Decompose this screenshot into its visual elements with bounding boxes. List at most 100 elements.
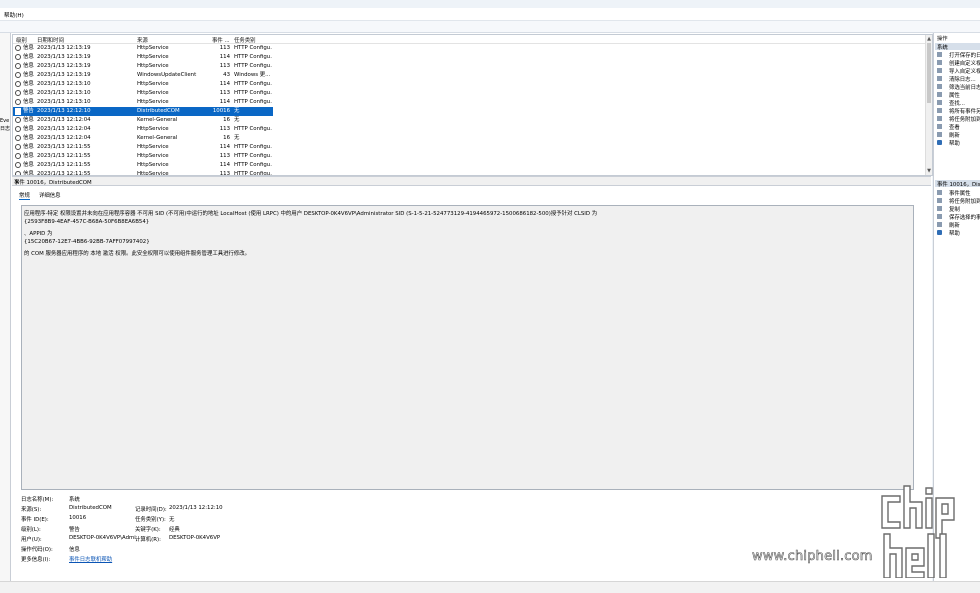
console-tree-item[interactable]: 日志: [0, 125, 10, 133]
cell-source: HttpService: [137, 144, 169, 150]
clear-log-icon: [937, 76, 942, 81]
column-task[interactable]: 任务类别: [234, 36, 256, 44]
table-row[interactable]: 信息 2023/1/13 12:12:04 Kernel-General 16 无: [13, 134, 273, 143]
cell-datetime: 2023/1/13 12:13:10: [37, 90, 91, 96]
column-datetime[interactable]: 日期和时间: [37, 36, 64, 44]
actions-section-system[interactable]: 系统: [935, 43, 980, 51]
cell-datetime: 2023/1/13 12:12:04: [37, 117, 91, 123]
cell-source: HttpService: [137, 63, 169, 69]
table-row[interactable]: 信息 2023/1/13 12:12:04 HttpService 113 HTTP C…: [13, 125, 273, 134]
cell-event-id: 113: [219, 45, 230, 51]
table-row[interactable]: 信息 2023/1/13 12:13:10 HttpService 113 HTTP C…: [13, 89, 273, 98]
table-row[interactable]: 信息 2023/1/13 12:13:10 HttpService 114 HTTP C…: [13, 80, 273, 89]
action-label: 查找...: [949, 101, 965, 107]
more-info-label: 更多信息(I):: [21, 557, 51, 563]
cell-source: DistributedCOM: [137, 108, 180, 114]
table-row[interactable]: 信息 2023/1/13 12:13:19 HttpService 113 HTTP C…: [13, 44, 273, 53]
action-item[interactable]: 查看: [935, 123, 980, 131]
cell-datetime: 2023/1/13 12:13:19: [37, 72, 91, 78]
view-icon: [937, 124, 942, 129]
more-info-link[interactable]: 事件日志联机帮助: [69, 555, 112, 563]
refresh-icon: [937, 222, 942, 227]
info-icon: [15, 126, 21, 132]
table-row[interactable]: 信息 2023/1/13 12:11:55 HttpService 113 HTTP C…: [13, 152, 273, 161]
info-icon: [15, 153, 21, 159]
computer-label: 计算机(R):: [135, 537, 161, 543]
level-value: 警告: [69, 527, 80, 533]
action-item[interactable]: 刷新: [935, 221, 980, 229]
import-icon: [937, 68, 942, 73]
table-row[interactable]: 警告 2023/1/13 12:12:10 DistributedCOM 10016 无: [13, 107, 273, 116]
cell-task: Windows 更...: [234, 72, 271, 78]
actions-section-event[interactable]: 事件 10016，DistributedCOM: [935, 180, 980, 188]
action-label: 创建自定义视图...: [949, 61, 980, 67]
close-icon[interactable]: ×: [14, 178, 927, 186]
actions-section-label: 系统: [937, 45, 948, 51]
menu-help[interactable]: 帮助(H): [4, 11, 24, 19]
scroll-up-icon[interactable]: ▲: [927, 36, 931, 42]
info-icon: [15, 45, 21, 51]
action-item[interactable]: 筛选当前日志...: [935, 83, 980, 91]
action-item[interactable]: 保存选择的事件...: [935, 213, 980, 221]
action-item[interactable]: 打开保存的日志...: [935, 51, 980, 59]
action-item[interactable]: 创建自定义视图...: [935, 59, 980, 67]
action-item[interactable]: 复制: [935, 205, 980, 213]
action-item[interactable]: 属性: [935, 91, 980, 99]
action-item[interactable]: 将任务附加到此日志...: [935, 115, 980, 123]
action-item[interactable]: 导入自定义视图...: [935, 67, 980, 75]
action-item[interactable]: 查找...: [935, 99, 980, 107]
cell-source: HttpService: [137, 162, 169, 168]
column-event-id[interactable]: 事件 ...: [212, 36, 230, 44]
source-label: 来源(S):: [21, 507, 42, 513]
description-line: 的 COM 服务器应用程序的 本地 激活 权限。此安全权限可以使用组件服务管理工…: [24, 251, 251, 257]
action-item[interactable]: 将任务附加到此事件...: [935, 197, 980, 205]
event-list-header: 级别 日期和时间 来源 事件 ... 任务类别: [13, 35, 932, 44]
event-list-scrollbar[interactable]: ▲ ▼: [925, 35, 932, 175]
info-icon: [15, 63, 21, 69]
table-row[interactable]: 信息 2023/1/13 12:13:19 HttpService 113 HTTP C…: [13, 62, 273, 71]
tab-details[interactable]: 详细信息: [39, 191, 61, 199]
action-label: 事件属性: [949, 191, 971, 197]
table-row[interactable]: 信息 2023/1/13 12:13:19 WindowsUpdateClient 4…: [13, 71, 273, 80]
event-id-label: 事件 ID(E):: [21, 517, 49, 523]
cell-source: Kernel-General: [137, 135, 178, 141]
action-item[interactable]: 事件属性: [935, 189, 980, 197]
console-tree-pane[interactable]: Eve 日志: [0, 33, 11, 581]
cell-task: 无: [234, 108, 240, 114]
action-item[interactable]: 清除日志...: [935, 75, 980, 83]
cell-task: HTTP Configu...: [234, 63, 272, 69]
cell-task: HTTP Configu...: [234, 45, 272, 51]
action-item[interactable]: 帮助: [935, 139, 980, 147]
scroll-down-icon[interactable]: ▼: [927, 168, 931, 174]
column-level[interactable]: 级别: [16, 36, 27, 44]
cell-task: 无: [234, 117, 240, 123]
table-row[interactable]: 信息 2023/1/13 12:13:19 HttpService 114 HTTP C…: [13, 53, 273, 62]
action-item[interactable]: 将所有事件另存为...: [935, 107, 980, 115]
table-row[interactable]: 信息 2023/1/13 12:11:55 HttpService 114 HTTP C…: [13, 161, 273, 170]
action-label: 帮助: [949, 141, 960, 147]
cell-event-id: 114: [219, 162, 230, 168]
cell-source: HttpService: [137, 99, 169, 105]
description-line: {2593F8B9-4EAF-457C-B68A-50F6B8EA6B54}: [24, 219, 150, 225]
cell-event-id: 113: [219, 63, 230, 69]
event-list[interactable]: 级别 日期和时间 来源 事件 ... 任务类别 信息 2023/1/13 12:1…: [12, 34, 933, 176]
find-icon: [937, 100, 942, 105]
info-icon: [15, 81, 21, 87]
table-row[interactable]: 信息 2023/1/13 12:11:55 HttpService 114 HTTP C…: [13, 143, 273, 152]
tab-general[interactable]: 常规: [19, 191, 30, 200]
action-item[interactable]: 帮助: [935, 229, 980, 237]
cell-event-id: 114: [219, 54, 230, 60]
cell-event-id: 16: [223, 135, 230, 141]
table-row[interactable]: 信息 2023/1/13 12:12:04 Kernel-General 16 无: [13, 116, 273, 125]
action-label: 将任务附加到此事件...: [949, 199, 980, 205]
console-tree-item[interactable]: Eve: [0, 117, 10, 125]
column-source[interactable]: 来源: [137, 36, 148, 44]
warning-icon: [15, 108, 21, 115]
action-item[interactable]: 刷新: [935, 131, 980, 139]
info-icon: [15, 117, 21, 123]
action-label: 刷新: [949, 223, 960, 229]
table-row[interactable]: 信息 2023/1/13 12:13:10 HttpService 114 HTTP C…: [13, 98, 273, 107]
open-log-icon: [937, 52, 942, 57]
event-description[interactable]: 应用程序-特定 权限设置并未向在应用程序容器 不可用 SID (不可用)中运行的…: [21, 205, 914, 490]
action-label: 导入自定义视图...: [949, 69, 980, 75]
